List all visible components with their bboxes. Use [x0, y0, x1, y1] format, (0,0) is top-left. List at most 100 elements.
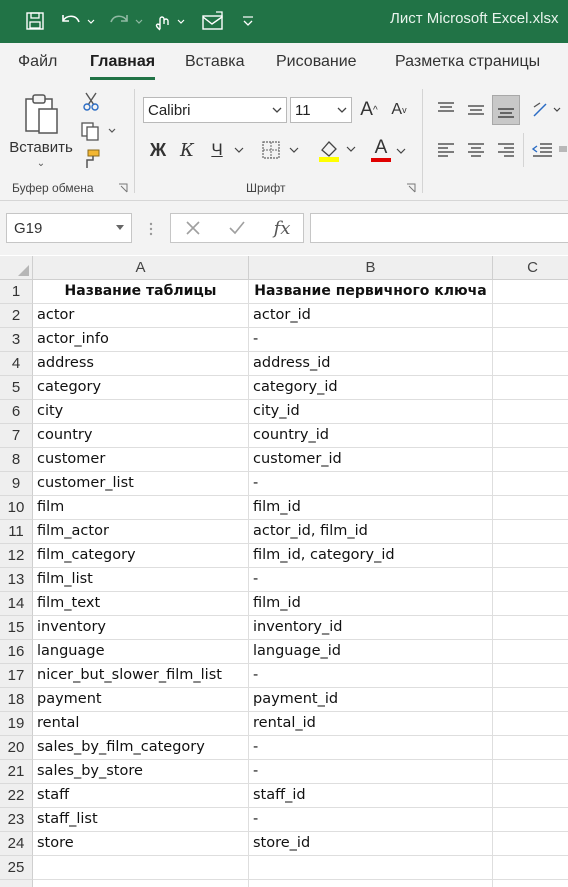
cell-b[interactable]: actor_id: [249, 304, 493, 328]
bold-button[interactable]: Ж: [146, 137, 170, 163]
cell-a1[interactable]: Название таблицы: [33, 280, 249, 304]
cell-c[interactable]: [493, 448, 568, 472]
column-header-a[interactable]: A: [33, 256, 249, 280]
cell-b[interactable]: inventory_id: [249, 616, 493, 640]
cell-a[interactable]: country: [33, 424, 249, 448]
cell-c[interactable]: [493, 496, 568, 520]
row-header[interactable]: 20: [0, 736, 33, 760]
copy-icon[interactable]: [78, 119, 120, 143]
row-header[interactable]: 15: [0, 616, 33, 640]
formula-input[interactable]: [310, 213, 568, 243]
cell-c[interactable]: [493, 568, 568, 592]
cell-b[interactable]: address_id: [249, 352, 493, 376]
cell-b1[interactable]: Название первичного ключа: [249, 280, 493, 304]
undo-icon[interactable]: [56, 10, 100, 32]
cell-c[interactable]: [493, 880, 568, 887]
formula-bar-grip-icon[interactable]: [146, 219, 156, 239]
cell-a[interactable]: sales_by_store: [33, 760, 249, 784]
cell-a[interactable]: [33, 856, 249, 880]
cell-b[interactable]: -: [249, 736, 493, 760]
cell-b[interactable]: -: [249, 472, 493, 496]
cell-c[interactable]: [493, 664, 568, 688]
decrease-indent-icon[interactable]: [530, 137, 554, 163]
cell-a[interactable]: rental: [33, 712, 249, 736]
cell-c[interactable]: [493, 760, 568, 784]
cell-c[interactable]: [493, 784, 568, 808]
cell-a[interactable]: film_list: [33, 568, 249, 592]
cell-b[interactable]: film_id: [249, 496, 493, 520]
clipboard-launcher-icon[interactable]: [117, 182, 129, 194]
underline-dropdown-icon[interactable]: [232, 139, 246, 161]
cell-c[interactable]: [493, 424, 568, 448]
increase-indent-icon[interactable]: [558, 137, 568, 163]
align-center-icon[interactable]: [464, 137, 488, 163]
cell-a[interactable]: staff: [33, 784, 249, 808]
cell-a[interactable]: actor: [33, 304, 249, 328]
cell-c1[interactable]: [493, 280, 568, 304]
cell-a[interactable]: film_actor: [33, 520, 249, 544]
cell-c[interactable]: [493, 640, 568, 664]
cell-c[interactable]: [493, 304, 568, 328]
insert-function-icon[interactable]: fx: [268, 215, 296, 241]
row-header[interactable]: 5: [0, 376, 33, 400]
row-header[interactable]: 3: [0, 328, 33, 352]
paste-dropdown-icon[interactable]: ⌄: [37, 158, 45, 169]
tab-insert[interactable]: Вставка: [185, 53, 244, 71]
increase-font-size-icon[interactable]: A ^: [357, 97, 381, 123]
enter-icon[interactable]: [224, 215, 250, 241]
format-painter-icon[interactable]: [78, 147, 102, 171]
name-box-dropdown-icon[interactable]: [116, 225, 124, 231]
row-header[interactable]: 25: [0, 856, 33, 880]
cell-b[interactable]: rental_id: [249, 712, 493, 736]
cell-a[interactable]: film_text: [33, 592, 249, 616]
row-header[interactable]: 22: [0, 784, 33, 808]
cell-a[interactable]: address: [33, 352, 249, 376]
cell-c[interactable]: [493, 328, 568, 352]
cell-c[interactable]: [493, 520, 568, 544]
cell-b[interactable]: -: [249, 328, 493, 352]
cell-b[interactable]: store_id: [249, 832, 493, 856]
row-header[interactable]: 11: [0, 520, 33, 544]
cell-a[interactable]: film_category: [33, 544, 249, 568]
cell-a[interactable]: city: [33, 400, 249, 424]
cell-b[interactable]: payment_id: [249, 688, 493, 712]
row-header[interactable]: 21: [0, 760, 33, 784]
fill-color-icon[interactable]: [316, 135, 358, 165]
font-color-dropdown-icon[interactable]: [394, 141, 408, 161]
cell-a[interactable]: language: [33, 640, 249, 664]
decrease-font-size-icon[interactable]: Av: [387, 97, 411, 123]
row-header[interactable]: 14: [0, 592, 33, 616]
cell-b[interactable]: staff_id: [249, 784, 493, 808]
font-name-select[interactable]: Calibri: [143, 97, 287, 123]
cell-a[interactable]: inventory: [33, 616, 249, 640]
cell-c[interactable]: [493, 400, 568, 424]
save-icon[interactable]: [22, 10, 48, 32]
row-header[interactable]: 12: [0, 544, 33, 568]
row-header[interactable]: 18: [0, 688, 33, 712]
cell-c[interactable]: [493, 592, 568, 616]
cell-b[interactable]: actor_id, film_id: [249, 520, 493, 544]
row-header[interactable]: 24: [0, 832, 33, 856]
align-bottom-icon[interactable]: [492, 95, 520, 125]
align-middle-icon[interactable]: [464, 97, 488, 123]
cell-b[interactable]: -: [249, 760, 493, 784]
row-header[interactable]: 4: [0, 352, 33, 376]
row-header[interactable]: 8: [0, 448, 33, 472]
cell-a[interactable]: actor_info: [33, 328, 249, 352]
cell-b[interactable]: city_id: [249, 400, 493, 424]
row-header[interactable]: 9: [0, 472, 33, 496]
cell-b[interactable]: film_id, category_id: [249, 544, 493, 568]
cell-c[interactable]: [493, 736, 568, 760]
select-all-corner[interactable]: [0, 256, 33, 280]
align-top-icon[interactable]: [434, 97, 458, 123]
customize-toolbar-icon[interactable]: [238, 10, 258, 32]
cell-c[interactable]: [493, 472, 568, 496]
cell-c[interactable]: [493, 832, 568, 856]
cell-c[interactable]: [493, 688, 568, 712]
tab-draw[interactable]: Рисование: [276, 53, 357, 71]
tab-file[interactable]: Файл: [18, 53, 57, 71]
paste-button[interactable]: Вставить ⌄: [9, 89, 73, 173]
cell-a[interactable]: [33, 880, 249, 887]
cell-c[interactable]: [493, 712, 568, 736]
borders-icon[interactable]: [260, 137, 304, 163]
